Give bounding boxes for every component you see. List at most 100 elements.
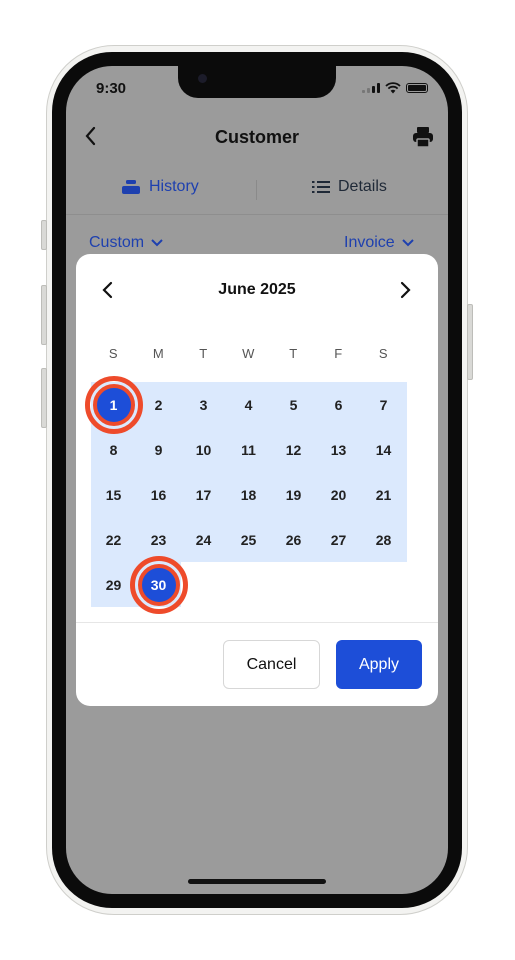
calendar-day[interactable]: 27 — [316, 517, 361, 562]
calendar-day[interactable]: 9 — [136, 427, 181, 472]
calendar-day[interactable]: 26 — [271, 517, 316, 562]
calendar-day-label: 6 — [334, 396, 343, 413]
calendar-day[interactable]: 18 — [226, 472, 271, 517]
weekday-label: W — [242, 346, 255, 361]
calendar-day-label: 18 — [240, 486, 257, 503]
calendar-day-label: 1 — [109, 396, 118, 413]
calendar-day-label: 25 — [240, 531, 257, 548]
date-range-dropdown[interactable]: Custom — [89, 234, 164, 252]
calendar-day[interactable]: 17 — [181, 472, 226, 517]
calendar-day[interactable]: 20 — [316, 472, 361, 517]
chevron-down-icon — [401, 239, 414, 247]
calendar-day-label: 30 — [150, 576, 167, 593]
calendar-day[interactable]: 14 — [361, 427, 406, 472]
calendar-day-label: 16 — [150, 486, 167, 503]
signal-icon — [362, 83, 380, 93]
list-icon — [312, 181, 330, 193]
tab-details-label: Details — [338, 178, 387, 195]
calendar-day[interactable]: 3 — [181, 382, 226, 427]
calendar-day[interactable]: 28 — [361, 517, 406, 562]
tab-details[interactable]: Details — [312, 178, 387, 196]
calendar-day[interactable]: 21 — [361, 472, 406, 517]
notch — [178, 66, 336, 98]
calendar-day[interactable]: 30 — [129, 555, 188, 614]
wifi-icon — [385, 82, 401, 94]
calendar-day[interactable]: 5 — [271, 382, 316, 427]
calendar-day-label: 26 — [285, 531, 302, 548]
document-type-dropdown[interactable]: Invoice — [344, 234, 415, 252]
printer-icon[interactable] — [412, 126, 434, 148]
segment-divider — [256, 180, 257, 200]
date-range-label: Custom — [89, 234, 145, 251]
calendar-day-label: 14 — [375, 441, 392, 458]
calendar-day[interactable]: 6 — [316, 382, 361, 427]
calendar-day[interactable]: 12 — [271, 427, 316, 472]
calendar-day-label: 28 — [375, 531, 392, 548]
calendar-day-label: 13 — [330, 441, 347, 458]
apply-button[interactable]: Apply — [336, 640, 422, 689]
calendar-day[interactable]: 10 — [181, 427, 226, 472]
cancel-button[interactable]: Cancel — [223, 640, 320, 689]
tabs-divider — [66, 214, 448, 215]
calendar-day[interactable]: 4 — [226, 382, 271, 427]
calendar-day-label: 12 — [285, 441, 302, 458]
calendar-day[interactable]: 19 — [271, 472, 316, 517]
weekday-label: S — [378, 346, 389, 361]
stack-icon — [122, 180, 140, 194]
calendar-day-label: 4 — [244, 396, 253, 413]
calendar-day-label: 5 — [289, 396, 298, 413]
calendar-day-label: 27 — [330, 531, 347, 548]
calendar-day[interactable]: 8 — [91, 427, 136, 472]
calendar-day[interactable]: 7 — [361, 382, 406, 427]
power-button — [467, 304, 473, 380]
battery-icon — [406, 83, 428, 93]
next-month-chevron-icon[interactable] — [397, 281, 413, 299]
calendar-day-label: 3 — [199, 396, 208, 413]
calendar-day-label: 24 — [195, 531, 212, 548]
modal-divider — [76, 622, 438, 623]
weekday-label: S — [108, 346, 119, 361]
volume-down-button — [41, 368, 47, 428]
calendar-day[interactable]: 22 — [91, 517, 136, 562]
calendar-day-label: 21 — [375, 486, 392, 503]
calendar-day-label: 29 — [105, 576, 122, 593]
weekday-label: T — [289, 346, 298, 361]
camera-icon — [198, 74, 207, 83]
home-indicator — [188, 879, 326, 884]
tab-history[interactable]: History — [121, 178, 199, 196]
chevron-down-icon — [151, 239, 163, 247]
volume-up-button — [41, 285, 47, 345]
calendar-day-label: 8 — [109, 441, 118, 458]
calendar-day[interactable]: 16 — [136, 472, 181, 517]
calendar-day-label: 22 — [105, 531, 122, 548]
weekday-label: F — [334, 346, 343, 361]
calendar-day[interactable]: 2 — [136, 382, 181, 427]
calendar-day-label: 11 — [241, 441, 256, 458]
calendar-day-label: 19 — [285, 486, 302, 503]
calendar-day[interactable]: 11 — [226, 427, 271, 472]
document-type-label: Invoice — [344, 234, 395, 251]
page-title: Customer — [214, 127, 299, 147]
calendar-day[interactable]: 1 — [84, 375, 143, 434]
calendar-day-label: 15 — [105, 486, 122, 503]
calendar-day-label: 20 — [330, 486, 347, 503]
calendar-day[interactable]: 13 — [316, 427, 361, 472]
calendar-day-label: 17 — [195, 486, 212, 503]
calendar-day-label: 7 — [379, 396, 388, 413]
status-icons — [362, 82, 428, 94]
status-time: 9:30 — [96, 80, 127, 97]
weekday-label: M — [152, 346, 165, 361]
calendar-day-label: 9 — [154, 441, 163, 458]
calendar-day-label: 10 — [195, 441, 212, 458]
weekday-label: T — [199, 346, 208, 361]
calendar-day-label: 2 — [154, 396, 163, 413]
mute-switch — [41, 220, 47, 250]
screen: 9:30 Customer History Details Custom Inv… — [66, 66, 448, 894]
month-title: June 2025 — [218, 281, 296, 298]
calendar-day[interactable]: 24 — [181, 517, 226, 562]
tab-history-label: History — [149, 178, 199, 195]
date-picker-modal: June 2025 SMTWTFS 1 2 3 4 5 6 7 8 9 10 11 12 13 14 15 1… — [76, 254, 438, 706]
calendar-day[interactable]: 15 — [91, 472, 136, 517]
calendar-day-label: 23 — [150, 531, 167, 548]
calendar-day[interactable]: 25 — [226, 517, 271, 562]
